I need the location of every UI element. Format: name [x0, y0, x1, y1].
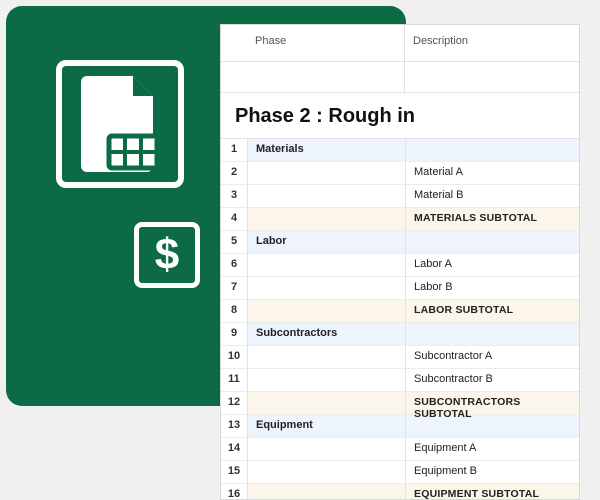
cell-phase[interactable]: [248, 346, 406, 368]
spreadsheet: Phase Description Phase 2 : Rough in 1Ma…: [220, 24, 580, 500]
table-row[interactable]: 1Materials: [221, 139, 579, 162]
file-spreadsheet-icon: [56, 60, 184, 188]
cell-description[interactable]: [406, 139, 579, 161]
cell-phase[interactable]: [248, 484, 406, 500]
cell-phase[interactable]: [248, 369, 406, 391]
column-header-description: Description: [405, 25, 579, 61]
cell-phase[interactable]: [248, 461, 406, 483]
cell-description[interactable]: Material B: [406, 185, 579, 207]
cell-phase[interactable]: Equipment: [248, 415, 406, 437]
row-number: 2: [221, 162, 248, 184]
cell-description[interactable]: Subcontractor A: [406, 346, 579, 368]
filter-row: [221, 62, 579, 93]
table-row[interactable]: 8 LABOR SUBTOTAL: [221, 300, 579, 323]
table-row[interactable]: 5Labor: [221, 231, 579, 254]
cell-phase[interactable]: Materials: [248, 139, 406, 161]
table-row[interactable]: 7 Labor B: [221, 277, 579, 300]
row-number: 8: [221, 300, 248, 322]
cell-description[interactable]: Equipment B: [406, 461, 579, 483]
row-number: 3: [221, 185, 248, 207]
cell-description[interactable]: MATERIALS SUBTOTAL: [406, 208, 579, 230]
table-row[interactable]: 16 EQUIPMENT SUBTOTAL: [221, 484, 579, 500]
table-row[interactable]: 15 Equipment B: [221, 461, 579, 484]
row-number: 16: [221, 484, 248, 500]
cell-description[interactable]: Equipment A: [406, 438, 579, 460]
row-number: 1: [221, 139, 248, 161]
table-row[interactable]: 14 Equipment A: [221, 438, 579, 461]
table-row[interactable]: 10 Subcontractor A: [221, 346, 579, 369]
row-number: 10: [221, 346, 248, 368]
cell-description[interactable]: LABOR SUBTOTAL: [406, 300, 579, 322]
table-row[interactable]: 9Subcontractors: [221, 323, 579, 346]
table-row[interactable]: 6 Labor A: [221, 254, 579, 277]
cell-phase[interactable]: [248, 277, 406, 299]
data-rows: 1Materials2 Material A 3 Material B 4 MATERIA…: [221, 139, 579, 500]
cell-phase[interactable]: Subcontractors: [248, 323, 406, 345]
cell-phase[interactable]: [248, 254, 406, 276]
column-header-row: Phase Description: [221, 25, 579, 62]
row-number: 12: [221, 392, 248, 414]
table-row[interactable]: 4 MATERIALS SUBTOTAL: [221, 208, 579, 231]
row-number: 14: [221, 438, 248, 460]
table-row[interactable]: 2 Material A: [221, 162, 579, 185]
cell-description[interactable]: [406, 323, 579, 345]
row-number: 13: [221, 415, 248, 437]
row-number: 6: [221, 254, 248, 276]
cell-description[interactable]: Labor A: [406, 254, 579, 276]
phase-title-row: Phase 2 : Rough in: [221, 93, 579, 139]
cell-phase[interactable]: [248, 438, 406, 460]
table-row[interactable]: 3 Material B: [221, 185, 579, 208]
column-header-rownum: [221, 25, 247, 61]
table-row[interactable]: 12 SUBCONTRACTORS SUBTOTAL: [221, 392, 579, 415]
cell-description[interactable]: SUBCONTRACTORS SUBTOTAL: [406, 392, 579, 414]
phase-title: Phase 2 : Rough in: [235, 105, 415, 127]
cell-phase[interactable]: [248, 300, 406, 322]
cell-description[interactable]: [406, 415, 579, 437]
cell-phase[interactable]: [248, 162, 406, 184]
row-number: 4: [221, 208, 248, 230]
row-number: 9: [221, 323, 248, 345]
cell-description[interactable]: Labor B: [406, 277, 579, 299]
cell-description[interactable]: Material A: [406, 162, 579, 184]
table-row[interactable]: 13Equipment: [221, 415, 579, 438]
row-number: 5: [221, 231, 248, 253]
dollar-icon: $: [134, 222, 200, 288]
cell-description[interactable]: Subcontractor B: [406, 369, 579, 391]
table-row[interactable]: 11 Subcontractor B: [221, 369, 579, 392]
row-number: 15: [221, 461, 248, 483]
cell-phase[interactable]: Labor: [248, 231, 406, 253]
cell-description[interactable]: EQUIPMENT SUBTOTAL: [406, 484, 579, 500]
cell-description[interactable]: [406, 231, 579, 253]
row-number: 11: [221, 369, 248, 391]
cell-phase[interactable]: [248, 185, 406, 207]
column-header-phase: Phase: [247, 25, 405, 61]
cell-phase[interactable]: [248, 392, 406, 414]
row-number: 7: [221, 277, 248, 299]
cell-phase[interactable]: [248, 208, 406, 230]
